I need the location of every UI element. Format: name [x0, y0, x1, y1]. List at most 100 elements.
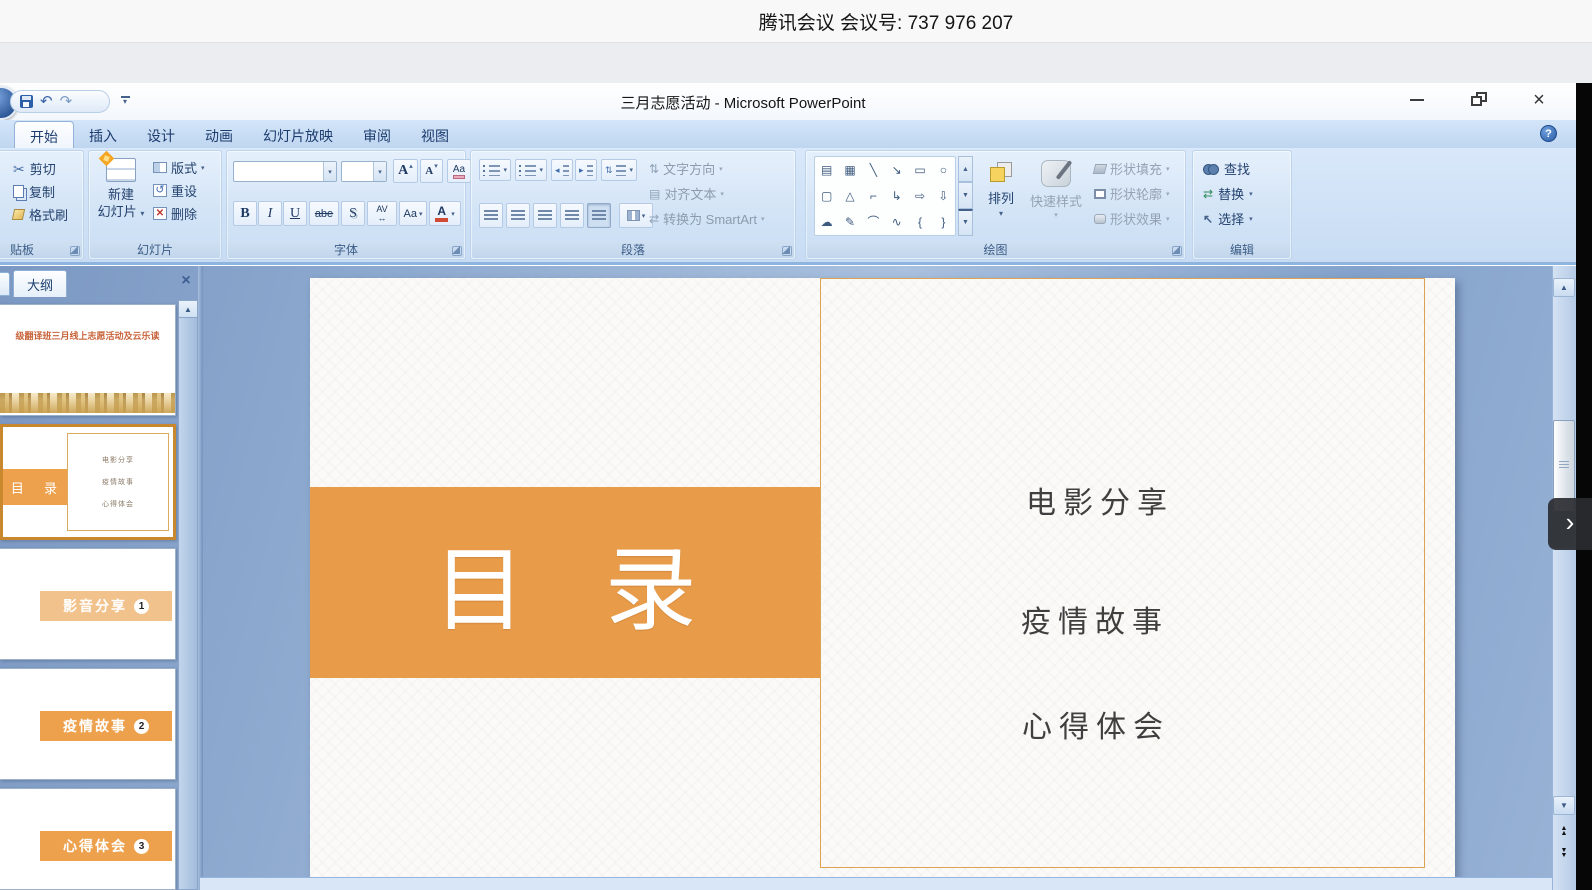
gallery-down-button[interactable]: ▼: [958, 182, 973, 208]
slide-thumbnail-1[interactable]: 级翻译班三月线上志愿活动及云乐读: [0, 304, 176, 416]
shape-icon[interactable]: ▦: [838, 157, 861, 183]
clipboard-dialog-launcher[interactable]: [70, 246, 80, 256]
shape-icon[interactable]: ∿: [885, 209, 908, 235]
arrange-button[interactable]: 排列 ▾: [980, 155, 1022, 245]
shape-icon[interactable]: ✎: [838, 209, 861, 235]
shape-effects-button[interactable]: 形状效果 ▾: [1094, 209, 1170, 228]
drawing-dialog-launcher[interactable]: [1172, 246, 1182, 256]
slide-thumbnail-5[interactable]: 心得体会 3: [0, 788, 176, 890]
reset-button[interactable]: ↺ 重设: [153, 180, 197, 201]
shape-fill-button[interactable]: 形状填充 ▾: [1094, 159, 1170, 178]
tab-insert[interactable]: 插入: [74, 120, 132, 148]
tab-home[interactable]: 开始: [14, 121, 74, 148]
underline-button[interactable]: U: [283, 201, 307, 226]
increase-indent-button[interactable]: ▸: [575, 159, 597, 181]
shape-icon[interactable]: ☁: [815, 209, 838, 235]
paragraph-dialog-launcher[interactable]: [782, 246, 792, 256]
new-slide-button[interactable]: 新建 幻灯片 ▾: [93, 155, 149, 243]
grow-font-button[interactable]: A▴: [393, 159, 418, 183]
find-button[interactable]: 查找: [1203, 159, 1250, 178]
strikethrough-button[interactable]: abe: [309, 201, 339, 226]
justify-button[interactable]: [560, 203, 584, 228]
columns-button[interactable]: ▾: [619, 203, 653, 228]
slides-tab-partial[interactable]: [0, 272, 10, 296]
chevron-down-icon[interactable]: ▾: [323, 162, 336, 181]
tab-slideshow[interactable]: 幻灯片放映: [248, 120, 348, 148]
chevron-down-icon[interactable]: ▾: [373, 162, 386, 181]
shape-icon[interactable]: ▢: [815, 183, 838, 209]
previous-slide-button[interactable]: ▲▲: [1553, 822, 1575, 840]
scroll-up-icon[interactable]: ▲: [179, 301, 197, 318]
minimize-button[interactable]: [1396, 86, 1438, 113]
select-button[interactable]: ↖ 选择 ▾: [1203, 209, 1253, 228]
layout-button[interactable]: 版式 ▾: [153, 157, 205, 178]
font-color-button[interactable]: A ▾: [429, 201, 461, 226]
restore-button[interactable]: [1458, 86, 1500, 113]
align-center-button[interactable]: [506, 203, 530, 228]
shape-icon[interactable]: }: [932, 209, 955, 235]
pane-splitter[interactable]: [198, 266, 203, 890]
font-name-combo[interactable]: ▾: [233, 161, 337, 182]
toc-title-band[interactable]: 目 录: [310, 487, 820, 678]
toc-content-box[interactable]: [820, 278, 1425, 868]
align-right-button[interactable]: [533, 203, 557, 228]
scroll-up-button[interactable]: ▲: [1553, 278, 1575, 297]
text-shadow-button[interactable]: S: [341, 201, 365, 226]
gallery-up-button[interactable]: ▲: [958, 156, 973, 182]
distribute-button[interactable]: [587, 203, 611, 228]
shape-icon[interactable]: ▭: [908, 157, 931, 183]
tab-design[interactable]: 设计: [132, 120, 190, 148]
shape-icon[interactable]: ↳: [885, 183, 908, 209]
scroll-down-button[interactable]: ▼: [1553, 796, 1575, 815]
gallery-more-button[interactable]: ▼: [958, 209, 973, 236]
delete-button[interactable]: ✕ 删除: [153, 203, 197, 224]
bullets-button[interactable]: ▾: [479, 159, 511, 181]
format-painter-button[interactable]: 格式刷: [13, 205, 68, 224]
shrink-font-button[interactable]: A▾: [420, 159, 443, 183]
tab-review[interactable]: 审阅: [348, 120, 406, 148]
shape-icon[interactable]: ○: [932, 157, 955, 183]
slide-thumbnail-3[interactable]: 影音分享 1: [0, 548, 176, 660]
toc-item-reflection[interactable]: 心得体会: [1022, 702, 1170, 746]
numbering-button[interactable]: ▾: [515, 159, 547, 181]
pane-close-button[interactable]: ×: [176, 271, 196, 291]
text-direction-button[interactable]: ⇅ 文字方向 ▾: [649, 159, 723, 178]
cut-button[interactable]: ✂ 剪切: [13, 159, 56, 178]
shape-icon[interactable]: ⇨: [908, 183, 931, 209]
next-slide-button[interactable]: ▼▼: [1553, 844, 1575, 862]
line-spacing-button[interactable]: ⇅▾: [601, 159, 637, 181]
character-spacing-button[interactable]: AV↔: [367, 201, 397, 226]
slide-thumbnail-2-selected[interactable]: 电影分享 疫情故事 心得体会 目 录: [0, 424, 176, 540]
shape-icon[interactable]: △: [838, 183, 861, 209]
tab-view[interactable]: 视图: [406, 120, 464, 148]
tab-animations[interactable]: 动画: [190, 120, 248, 148]
toc-item-epidemic[interactable]: 疫情故事: [1021, 597, 1169, 641]
shape-icon[interactable]: ⌒: [862, 209, 885, 235]
shape-icon[interactable]: ⇩: [932, 183, 955, 209]
shape-icon[interactable]: ╲: [862, 157, 885, 183]
change-case-button[interactable]: Aa▾: [399, 201, 427, 226]
align-left-button[interactable]: [479, 203, 503, 228]
thumbnails-scrollbar[interactable]: ▲: [178, 300, 198, 890]
clear-formatting-button[interactable]: Aa: [447, 159, 471, 183]
font-size-combo[interactable]: ▾: [341, 161, 387, 182]
toc-item-movie[interactable]: 电影分享: [1026, 478, 1174, 522]
shape-icon[interactable]: ▤: [815, 157, 838, 183]
help-icon[interactable]: ?: [1540, 125, 1557, 142]
shape-icon[interactable]: ↘: [885, 157, 908, 183]
decrease-indent-button[interactable]: ◂: [551, 159, 573, 181]
convert-smartart-button[interactable]: ⇄ 转换为 SmartArt ▾: [649, 209, 764, 228]
shape-outline-button[interactable]: 形状轮廓 ▾: [1094, 184, 1170, 203]
replace-button[interactable]: ⇄ 替换 ▾: [1203, 184, 1253, 203]
shape-icon[interactable]: ⌐: [862, 183, 885, 209]
meeting-panel-toggle[interactable]: ›: [1548, 498, 1592, 550]
copy-button[interactable]: 复制: [13, 182, 55, 201]
bold-button[interactable]: B: [233, 201, 257, 226]
italic-button[interactable]: I: [258, 201, 282, 226]
align-text-button[interactable]: ▤ 对齐文本 ▾: [649, 184, 724, 203]
font-dialog-launcher[interactable]: [452, 246, 462, 256]
close-button[interactable]: ×: [1518, 86, 1560, 113]
outline-tab[interactable]: 大纲: [13, 270, 67, 297]
quick-styles-button[interactable]: 快速样式 ▾: [1026, 155, 1086, 245]
slide-thumbnail-4[interactable]: 疫情故事 2: [0, 668, 176, 780]
